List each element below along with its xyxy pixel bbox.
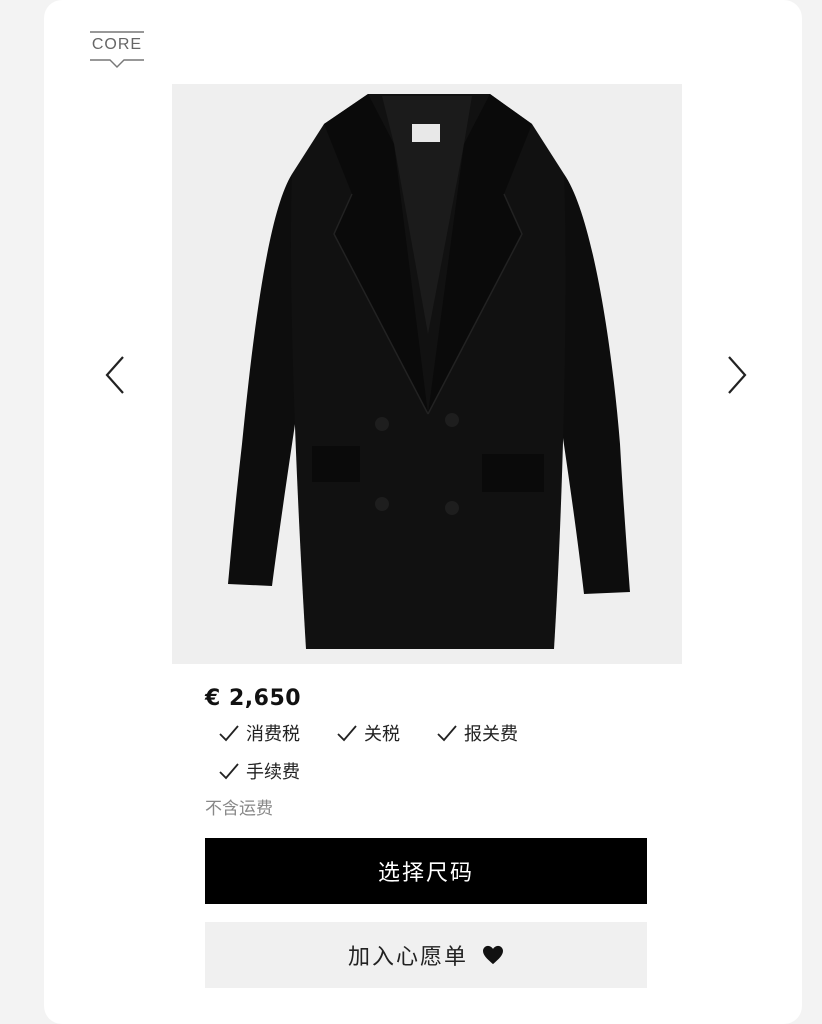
select-size-label: 选择尺码 [377, 861, 474, 886]
included-fees-row-2: 手续费 [218, 758, 300, 784]
core-badge-label: CORE [91, 36, 143, 53]
chevron-right-icon [728, 356, 747, 394]
wishlist-label: 加入心愿单 [347, 945, 468, 970]
fee-label: 关税 [364, 724, 400, 745]
previous-image-button[interactable] [96, 348, 134, 402]
fee-item-consumption-tax: 消费税 [218, 720, 300, 746]
fee-item-handling-fee: 手续费 [218, 758, 300, 784]
add-to-wishlist-button[interactable]: 加入心愿单 [205, 922, 647, 988]
core-badge: CORE [88, 28, 146, 74]
product-image[interactable] [172, 84, 682, 664]
shipping-note: 不含运费 [205, 799, 273, 819]
check-icon [219, 763, 239, 780]
check-icon [337, 725, 357, 742]
check-icon [437, 725, 457, 742]
fee-item-clearance-fee: 报关费 [436, 720, 518, 746]
product-price: € 2,650 [205, 686, 302, 711]
check-icon [219, 725, 239, 742]
heart-icon [483, 945, 503, 965]
select-size-button[interactable]: 选择尺码 [205, 838, 647, 904]
fee-item-customs-duty: 关税 [336, 720, 400, 746]
chevron-left-icon [105, 356, 124, 394]
blazer-illustration [228, 94, 630, 649]
included-fees-row-1: 消费税 关税 报关费 [218, 720, 518, 746]
fee-label: 消费税 [246, 724, 300, 745]
next-image-button[interactable] [718, 348, 756, 402]
fee-label: 报关费 [464, 724, 518, 745]
fee-label: 手续费 [246, 762, 300, 783]
